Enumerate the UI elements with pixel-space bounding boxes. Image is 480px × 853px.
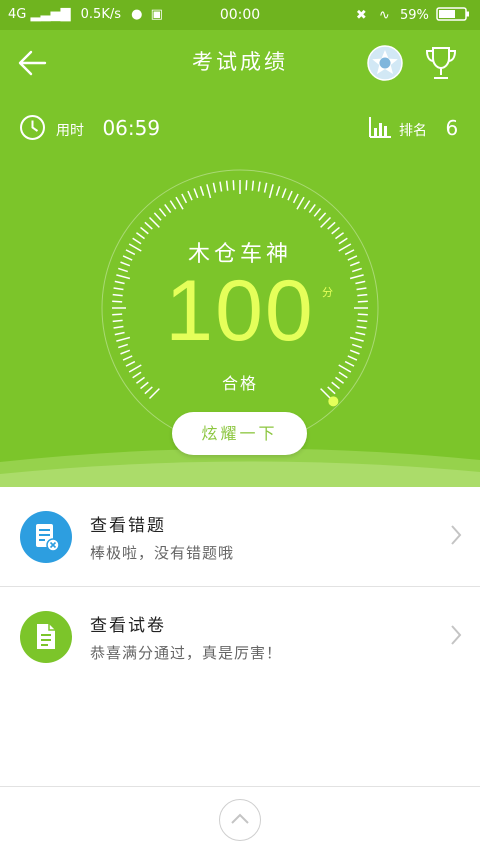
gauge-tick bbox=[318, 212, 327, 221]
gauge-tick bbox=[212, 182, 217, 193]
view-exam-paper-row[interactable]: 查看试卷 恭喜满分通过，真是厉害！ bbox=[0, 587, 480, 686]
show-off-button[interactable]: 炫耀一下 bbox=[172, 412, 307, 455]
chevron-up-icon[interactable] bbox=[219, 799, 261, 841]
gauge-tick bbox=[148, 216, 160, 228]
gauge-tick bbox=[281, 188, 287, 199]
gauge-tick bbox=[169, 200, 177, 210]
battery-level: 59% bbox=[399, 8, 429, 23]
gauge-tick bbox=[181, 193, 188, 204]
gauge-tick bbox=[206, 184, 212, 199]
gauge-tick bbox=[251, 180, 255, 191]
gauge-tick bbox=[219, 181, 223, 192]
view-wrong-questions-row[interactable]: 查看错题 棒极啦，没有错题哦 bbox=[0, 487, 480, 587]
bar-chart-icon bbox=[369, 117, 391, 138]
mute-icon: ✖ bbox=[355, 8, 367, 23]
gauge-tick bbox=[320, 216, 332, 228]
gauge-tick bbox=[187, 190, 193, 201]
gauge-tick bbox=[164, 204, 172, 213]
time-value: 06:59 bbox=[102, 116, 161, 140]
elapsed-time: 用时 06:59 bbox=[56, 116, 160, 140]
result-panel: 4G ▂▃▅▇ 0.5K/s ● ▣ 00:00 ✖ ∿ 59% 考试成绩 用时… bbox=[0, 0, 480, 487]
gauge-tick bbox=[327, 221, 336, 230]
gauge-tick bbox=[257, 181, 261, 192]
action-list: 查看错题 棒极啦，没有错题哦 查看试卷 恭喜满分通过，真是厉害！ bbox=[0, 487, 480, 686]
row-title: 查看错题 bbox=[90, 516, 166, 536]
status-bar: 4G ▂▃▅▇ 0.5K/s ● ▣ 00:00 ✖ ∿ 59% bbox=[0, 0, 480, 30]
row-subtitle: 恭喜满分通过，真是厉害！ bbox=[90, 644, 283, 662]
wrong-questions-icon bbox=[20, 511, 72, 563]
gauge-tick bbox=[232, 180, 235, 191]
gauge-tick bbox=[144, 221, 153, 230]
gauge-tick bbox=[158, 208, 167, 217]
pass-status: 合格 bbox=[221, 374, 258, 393]
gauge-tick bbox=[331, 226, 340, 235]
row-title: 查看试卷 bbox=[90, 616, 166, 636]
clock-icon bbox=[20, 115, 45, 140]
gauge-tick bbox=[245, 180, 248, 191]
gauge-tick bbox=[175, 196, 184, 210]
gauge-tick bbox=[292, 193, 299, 204]
rank-value: 6 bbox=[445, 116, 459, 140]
gauge-tick bbox=[199, 186, 205, 197]
gauge-tick bbox=[308, 204, 316, 213]
score-value: 100 bbox=[165, 263, 315, 359]
gauge-tick bbox=[268, 184, 274, 199]
gauge-tick bbox=[287, 190, 293, 201]
gauge-tick bbox=[303, 200, 311, 210]
gauge-tick bbox=[140, 226, 149, 235]
rank-label: 排名 bbox=[399, 123, 427, 139]
footer-divider bbox=[0, 786, 480, 787]
page-title: 考试成绩 bbox=[192, 50, 288, 74]
gauge-tick bbox=[225, 180, 229, 191]
wifi-icon: ∿ bbox=[378, 8, 390, 23]
battery-icon bbox=[436, 7, 469, 21]
exam-paper-icon bbox=[20, 611, 72, 663]
trophy-icon[interactable] bbox=[423, 44, 459, 82]
gauge-tick bbox=[275, 186, 281, 197]
gauge-tick bbox=[296, 196, 305, 210]
gauge-tick bbox=[344, 360, 355, 367]
score-unit: 分 bbox=[322, 286, 333, 299]
star-badge-icon[interactable] bbox=[366, 44, 404, 82]
gauge-tick bbox=[125, 360, 136, 367]
status-right: ✖ ∿ 59% bbox=[356, 7, 470, 23]
gauge-pointer bbox=[328, 396, 339, 407]
gauge-tick bbox=[263, 182, 268, 193]
chevron-right-icon bbox=[451, 625, 462, 645]
gauge-tick bbox=[313, 208, 322, 217]
rank: 排名 6 bbox=[399, 116, 458, 140]
row-subtitle: 棒极啦，没有错题哦 bbox=[90, 544, 235, 562]
gauge-tick bbox=[153, 212, 162, 221]
time-label: 用时 bbox=[56, 123, 84, 139]
gauge-tick bbox=[193, 188, 199, 199]
chevron-right-icon bbox=[451, 525, 462, 545]
